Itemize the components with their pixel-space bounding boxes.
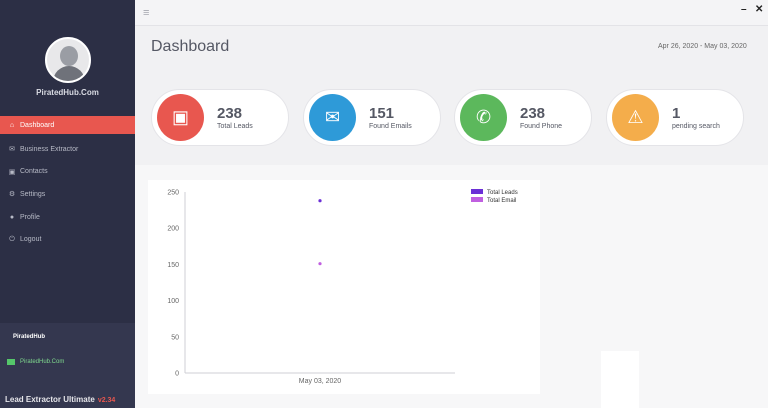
power-icon: ⏻ <box>9 235 15 243</box>
sidebar-item-profile[interactable]: ● Profile <box>0 206 135 229</box>
sidebar-item-dashboard[interactable]: ⌂ Dashboard <box>0 116 135 134</box>
sidebar-item-label: Business Extractor <box>20 145 79 153</box>
sidebar-item-label: Contacts <box>20 168 48 176</box>
sidebar-item-label: Profile <box>20 213 40 221</box>
product-name: Lead Extractor Ultimate v2.34 <box>5 395 115 404</box>
stat-card-found-emails: ✉ 151 Found Emails <box>303 89 441 146</box>
sidebar-item-settings[interactable]: ⚙ Settings <box>0 183 135 206</box>
x-tick-label: May 03, 2020 <box>299 378 342 385</box>
sidebar: PiratedHub.Com ⌂ Dashboard ✉ Business Ex… <box>0 0 135 408</box>
sidebar-item-label: Dashboard <box>20 121 55 129</box>
sidebar-item-label: Settings <box>20 190 46 198</box>
data-point <box>318 199 322 203</box>
sidebar-nav: ⌂ Dashboard ✉ Business Extractor ▣ Conta… <box>0 116 135 251</box>
date-range[interactable]: Apr 26, 2020 - May 03, 2020 <box>658 43 747 50</box>
legend-label: Total Leads <box>487 190 518 196</box>
avatar <box>45 37 91 83</box>
sidebar-item-logout[interactable]: ⏻ Logout <box>0 228 135 251</box>
gears-icon: ⚙ <box>8 191 16 199</box>
address-book-icon: ▣ <box>8 168 16 176</box>
address-book-icon: ▣ <box>157 94 204 141</box>
page-title: Dashboard <box>151 38 230 55</box>
product-label: Lead Extractor Ultimate <box>5 395 95 404</box>
sidebar-brand: PiratedHub.Com <box>36 88 99 97</box>
stat-label: pending search <box>672 123 720 130</box>
sidebar-item-contacts[interactable]: ▣ Contacts <box>0 161 135 184</box>
topbar: ≡ – ✕ <box>135 0 768 26</box>
data-point <box>318 262 322 266</box>
footer-site-link[interactable]: PiratedHub.Com <box>7 359 64 365</box>
stat-card-found-phone: ✆ 238 Found Phone <box>454 89 592 146</box>
footer-title: PiratedHub <box>13 334 46 340</box>
legend-swatch <box>471 197 483 202</box>
user-icon: ● <box>9 213 15 221</box>
phone-icon: ✆ <box>460 94 507 141</box>
stat-value: 1 <box>672 105 681 122</box>
y-tick-label: 150 <box>167 262 179 269</box>
side-panel <box>601 351 639 408</box>
warning-icon: ⚠ <box>612 94 659 141</box>
version-badge: v2.34 <box>97 397 116 404</box>
sidebar-item-business-extractor[interactable]: ✉ Business Extractor <box>0 138 135 161</box>
stat-label: Total Leads <box>217 123 253 130</box>
y-tick-label: 0 <box>175 371 179 378</box>
stat-value: 238 <box>520 105 546 122</box>
y-tick-label: 250 <box>167 190 179 197</box>
y-tick-label: 50 <box>171 334 179 341</box>
footer-site-label: PiratedHub.Com <box>20 359 65 365</box>
legend-label: Total Email <box>487 198 516 204</box>
sidebar-footer: PiratedHub PiratedHub.Com Lead Extractor… <box>0 323 135 408</box>
envelope-icon: ✉ <box>309 94 356 141</box>
stat-value: 151 <box>369 105 395 122</box>
close-icon[interactable]: ✕ <box>755 4 763 15</box>
legend-swatch <box>471 189 483 194</box>
minimize-icon[interactable]: – <box>741 4 747 15</box>
stat-card-pending-search: ⚠ 1 pending search <box>606 89 744 146</box>
stat-card-total-leads: ▣ 238 Total Leads <box>151 89 289 146</box>
stat-label: Found Emails <box>369 123 412 130</box>
envelope-icon <box>7 359 15 365</box>
leads-chart: 0 50 100 150 200 250 May 03, 2020 Total Leads To… <box>167 189 518 385</box>
home-icon: ⌂ <box>9 121 15 129</box>
chart-panel: 0 50 100 150 200 250 May 03, 2020 Total Leads To… <box>148 180 540 394</box>
menu-icon[interactable]: ≡ <box>143 7 149 19</box>
stat-label: Found Phone <box>520 123 563 130</box>
y-tick-label: 200 <box>167 226 179 233</box>
stat-value: 238 <box>217 105 243 122</box>
sidebar-item-label: Logout <box>20 236 42 244</box>
envelope-icon: ✉ <box>9 146 15 154</box>
y-tick-label: 100 <box>167 298 179 305</box>
